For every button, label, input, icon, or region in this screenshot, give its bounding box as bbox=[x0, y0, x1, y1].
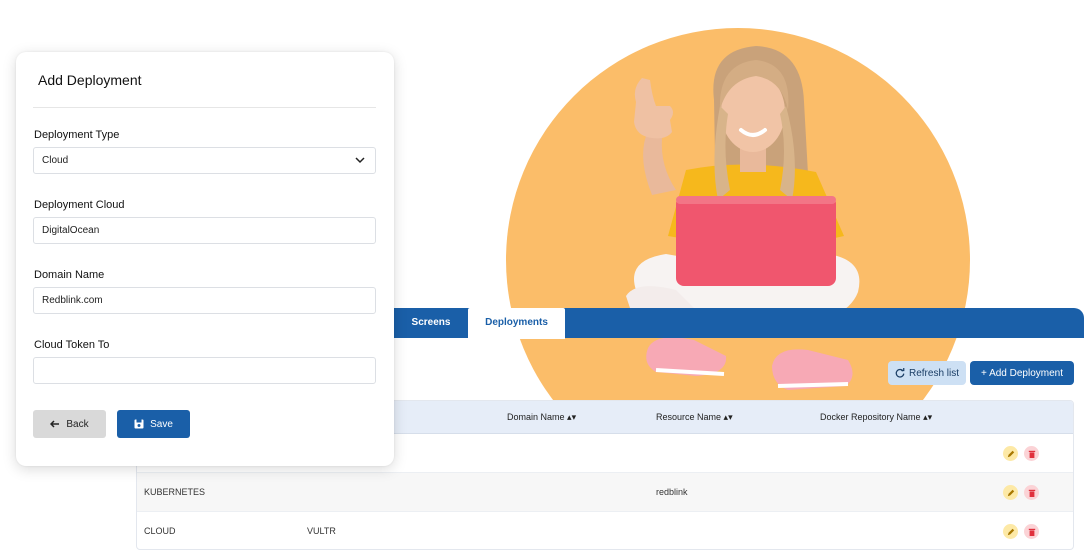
column-header-resource[interactable]: Resource Name ▴▾ bbox=[656, 401, 733, 434]
edit-button[interactable] bbox=[1003, 485, 1018, 500]
save-label: Save bbox=[150, 418, 173, 430]
sort-icon: ▴▾ bbox=[567, 412, 577, 422]
column-header-docker[interactable]: Docker Repository Name ▴▾ bbox=[820, 401, 932, 434]
refresh-list-label: Refresh list bbox=[908, 367, 959, 379]
edit-button[interactable] bbox=[1003, 446, 1018, 461]
deployment-cloud-label: Deployment Cloud bbox=[34, 199, 125, 211]
modal-title: Add Deployment bbox=[38, 72, 142, 88]
add-deployment-button[interactable]: + Add Deployment bbox=[970, 361, 1074, 385]
domain-name-field[interactable]: Redblink.com bbox=[33, 287, 376, 314]
edit-button[interactable] bbox=[1003, 524, 1018, 539]
refresh-icon bbox=[895, 368, 905, 378]
tab-deployments[interactable]: Deployments bbox=[468, 308, 565, 339]
delete-button[interactable] bbox=[1024, 485, 1039, 500]
refresh-list-button[interactable]: Refresh list bbox=[888, 361, 966, 385]
person-illustration bbox=[626, 46, 860, 390]
pencil-icon bbox=[1007, 450, 1014, 457]
back-label: Back bbox=[66, 418, 89, 430]
trash-icon bbox=[1028, 489, 1035, 497]
trash-icon bbox=[1028, 528, 1035, 536]
tab-screens[interactable]: Screens bbox=[400, 308, 462, 338]
deployment-cloud-value: DigitalOcean bbox=[42, 225, 100, 236]
back-button[interactable]: Back bbox=[33, 410, 106, 438]
arrow-left-icon bbox=[50, 420, 60, 428]
add-deployment-modal: Add Deployment Deployment Type Cloud Dep… bbox=[16, 52, 394, 466]
cloud-token-label: Cloud Token To bbox=[34, 339, 110, 351]
delete-button[interactable] bbox=[1024, 446, 1039, 461]
cloud-token-field[interactable] bbox=[33, 357, 376, 384]
cell-cloud: VULTR bbox=[307, 526, 336, 536]
save-button[interactable]: Save bbox=[117, 410, 190, 438]
deployment-type-label: Deployment Type bbox=[34, 129, 120, 141]
pencil-icon bbox=[1007, 489, 1014, 496]
add-deployment-label: + Add Deployment bbox=[981, 367, 1063, 379]
chevron-down-icon bbox=[355, 157, 365, 164]
table-row: CLOUD VULTR bbox=[137, 512, 1073, 549]
save-icon bbox=[134, 419, 144, 429]
pencil-icon bbox=[1007, 528, 1014, 535]
table-row: KUBERNETES redblink bbox=[137, 473, 1073, 512]
delete-button[interactable] bbox=[1024, 524, 1039, 539]
deployment-type-value: Cloud bbox=[42, 155, 69, 166]
tab-bar: Screens Deployments bbox=[380, 308, 1084, 339]
domain-name-label: Domain Name bbox=[34, 269, 105, 281]
deployment-cloud-field[interactable]: DigitalOcean bbox=[33, 217, 376, 244]
deployment-type-select[interactable]: Cloud bbox=[33, 147, 376, 174]
column-header-domain[interactable]: Domain Name ▴▾ bbox=[507, 401, 576, 434]
sort-icon: ▴▾ bbox=[723, 412, 733, 422]
trash-icon bbox=[1028, 450, 1035, 458]
cell-resource: redblink bbox=[656, 487, 688, 497]
cell-type: CLOUD bbox=[144, 526, 176, 536]
domain-name-value: Redblink.com bbox=[42, 295, 103, 306]
sort-icon: ▴▾ bbox=[923, 412, 933, 422]
divider bbox=[33, 107, 376, 108]
cell-type: KUBERNETES bbox=[144, 487, 206, 497]
